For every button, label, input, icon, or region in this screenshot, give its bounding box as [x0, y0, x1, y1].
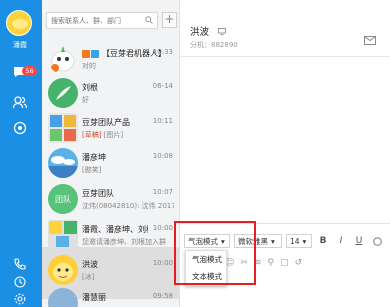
highlight-box	[174, 221, 256, 285]
color-icon[interactable]	[370, 234, 384, 248]
divider	[180, 56, 390, 57]
conversation-title: 刘根	[82, 83, 98, 92]
attachment-icon[interactable]: ⚲	[267, 258, 274, 268]
conversation-title: 豆芽团队	[82, 189, 114, 198]
phone-icon[interactable]	[11, 256, 29, 272]
conversation-time: 10:11	[152, 117, 173, 125]
search-icon[interactable]	[145, 15, 153, 26]
clock-icon[interactable]	[11, 274, 29, 290]
conversation-title: 潘慧丽	[82, 293, 106, 302]
search-input[interactable]	[51, 16, 143, 25]
conversation-preview: 您邀请潘彦坤、刘根加入群	[82, 238, 166, 246]
conversation-time: 09:58	[152, 292, 173, 300]
draft-tag: [草稿]	[82, 131, 102, 139]
unread-badge: 56	[22, 66, 37, 76]
conversation-title: 潘彦坤	[82, 153, 106, 162]
group-avatar	[48, 113, 78, 143]
contacts-icon[interactable]	[11, 94, 29, 110]
user-avatar[interactable]	[6, 10, 32, 36]
add-button[interactable]: +	[162, 12, 177, 28]
contact-avatar	[48, 148, 78, 178]
svg-text:团队: 团队	[55, 194, 71, 204]
contact-avatar	[48, 288, 78, 307]
conversation-preview: [冰]	[82, 273, 95, 281]
conversation-preview: 好	[82, 96, 89, 104]
contact-avatar	[48, 255, 78, 285]
conversation-time: 10:33	[152, 48, 173, 56]
conversation-preview: 沈伟(08042810): 沈伟 2017-06...	[82, 202, 174, 210]
group-avatar: 团队	[48, 184, 78, 214]
conversation-time: 06-14	[152, 82, 173, 90]
contact-avatar	[48, 78, 78, 108]
settings-icon[interactable]	[11, 291, 29, 307]
bold-button[interactable]: B	[316, 234, 330, 248]
italic-button[interactable]: I	[334, 234, 348, 248]
conversation-time: 10:08	[152, 152, 173, 160]
conversation-time: 10:00	[152, 259, 173, 267]
apps-icon[interactable]	[11, 120, 29, 136]
size-select[interactable]: 14 ▾	[286, 234, 312, 248]
chat-title: 洪波	[190, 24, 227, 38]
device-icon	[218, 27, 227, 38]
conversation-title: 洪波	[82, 260, 98, 269]
chevron-down-icon: ▾	[302, 236, 307, 246]
search-box[interactable]	[46, 12, 158, 29]
conversation-list: + 【豆芽君机器人】 10:33 对的 刘根 06-14 好 豆芽团队产品 10…	[42, 0, 180, 307]
conversation-time: 10:00	[152, 224, 173, 232]
conversation-title: 潘霞、潘彦坤、刘根	[82, 225, 148, 234]
chevron-down-icon: ▾	[271, 236, 275, 246]
conversation-preview: [憨笑]	[82, 166, 102, 174]
mail-icon[interactable]	[364, 36, 376, 47]
history-icon[interactable]: ↺	[295, 258, 303, 268]
folder-icon[interactable]: ▢	[280, 258, 289, 268]
conversation-title: 豆芽团队产品	[82, 118, 130, 127]
underline-button[interactable]: U	[352, 234, 366, 248]
conversation-time: 10:07	[152, 188, 173, 196]
conversation-preview: [草稿] [图片]	[82, 131, 124, 139]
user-name: 潘霞	[13, 41, 27, 49]
group-avatar	[48, 220, 78, 250]
chat-extension: 分机：882890	[190, 41, 238, 49]
conversation-item[interactable]: 潘慧丽 09:58	[42, 284, 179, 307]
left-rail: 潘霞 56	[0, 0, 42, 307]
